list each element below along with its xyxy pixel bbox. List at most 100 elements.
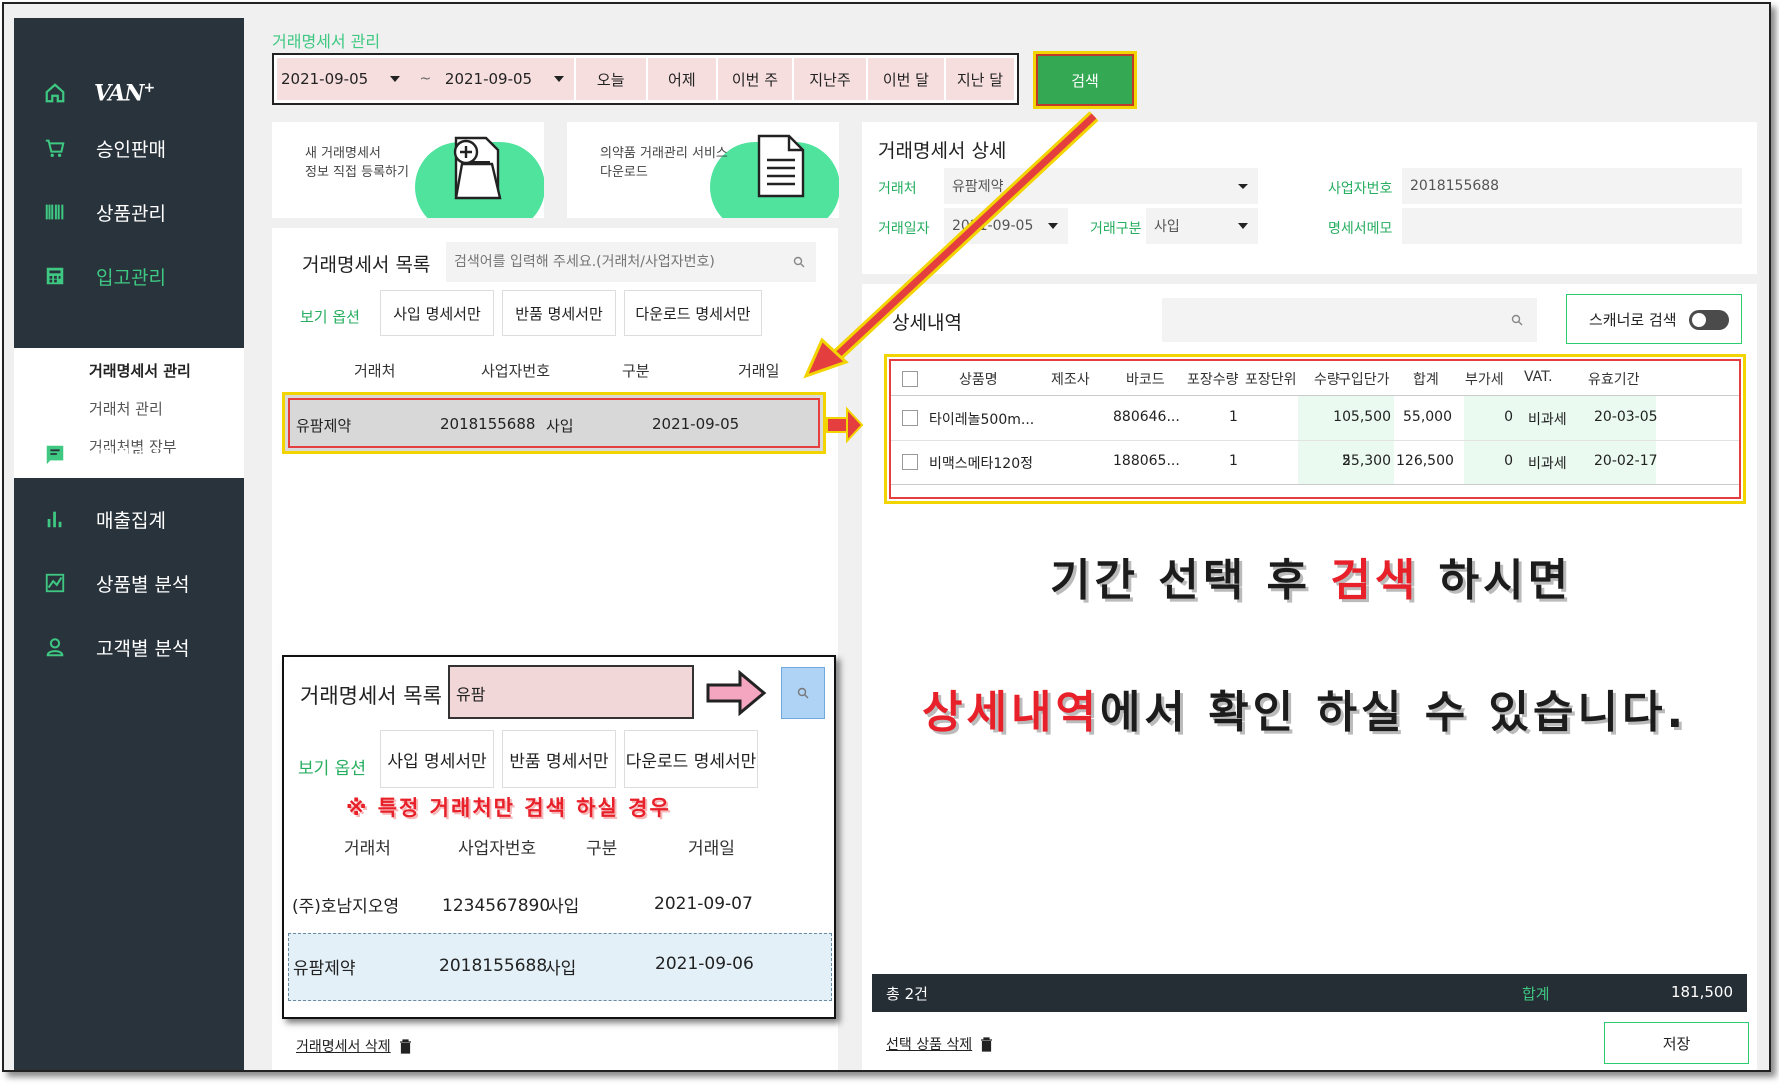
inset-search-button[interactable] — [781, 667, 825, 719]
quick-last-month-button[interactable]: 지난 달 — [943, 58, 1014, 100]
trade-date-select[interactable]: 2021-09-05 — [944, 208, 1068, 244]
bizno-field[interactable]: 2018155688 — [1402, 168, 1742, 204]
scanner-search-button[interactable]: 스캐너로 검색 — [1566, 294, 1742, 344]
nav-item-product-analysis[interactable]: 상품별 분석 — [44, 567, 189, 599]
cell-vat: 0 — [1504, 453, 1513, 469]
search-button[interactable]: 검색 — [1038, 56, 1132, 104]
inset-cell-bizno: 2018155688 — [439, 956, 548, 976]
list-search-input[interactable] — [446, 254, 782, 270]
scanner-toggle[interactable] — [1689, 310, 1729, 330]
detail-items-card: 상세내역 스캐너로 검색 상품명 제조사 바코드 포장수량 포장단위 수량 구입… — [872, 284, 1747, 974]
vendor-select[interactable]: 유팜제약 — [944, 168, 1258, 204]
nav-label: 매출집계 — [96, 509, 166, 532]
inset-filter-purchase-button[interactable]: 사입 명세서만 — [380, 730, 494, 788]
brand-logo: VAN+ — [94, 80, 155, 107]
end-date-select[interactable]: 2021-09-05 — [441, 58, 574, 100]
promo-text: 의약품 거래관리 서비스 다운로드 — [600, 146, 728, 180]
delete-statement-link[interactable]: 거래명세서 삭제 — [296, 1036, 412, 1056]
date-filter-inner: 2021-09-05 ~ 2021-09-05 오늘 어제 이번 주 지난주 이… — [277, 58, 1014, 100]
nav-label: 상품관리 — [96, 202, 166, 225]
inset-search-input[interactable]: 유팜 — [448, 665, 694, 719]
items-table: 상품명 제조사 바코드 포장수량 포장단위 수량 구입단가 합계 부가세 VAT… — [889, 359, 1741, 499]
search-icon — [1511, 314, 1523, 326]
cell-product-name: 타이레놀500m... — [929, 412, 1035, 428]
chevron-down-icon — [1238, 223, 1248, 229]
delete-selected-link[interactable]: 선택 상품 삭제 — [886, 1034, 993, 1054]
annotation-line-1: 기간 선택 후 검색 하시면 — [1050, 555, 1573, 606]
nav-item-inventory[interactable]: 재고관리 — [44, 438, 166, 470]
start-date-select[interactable]: 2021-09-05 — [277, 58, 410, 100]
quick-this-month-button[interactable]: 이번 달 — [865, 58, 944, 100]
chevron-down-icon — [1048, 223, 1058, 229]
promo-new-statement[interactable]: 새 거래명세서 정보 직접 등록하기 — [272, 122, 544, 218]
promo-download-service[interactable]: 의약품 거래관리 서비스 다운로드 — [567, 122, 839, 218]
col-barcode: 바코드 — [1126, 372, 1165, 388]
col-type: 구분 — [622, 362, 650, 380]
col-unit-price: 구입단가 — [1338, 372, 1390, 388]
row-divider — [891, 440, 1739, 441]
sum-value: 181,500 — [1670, 983, 1733, 1001]
items-search-input[interactable] — [1162, 298, 1537, 342]
filter-purchase-button[interactable]: 사입 명세서만 — [380, 290, 494, 336]
cell-vat: 0 — [1504, 409, 1513, 425]
search-icon — [797, 687, 809, 699]
col-expiry: 유효기간 — [1588, 372, 1640, 388]
table-row[interactable]: 유팜제약 2018155688 사입 2021-09-05 — [288, 398, 820, 448]
col-vat-type: VAT. — [1524, 369, 1553, 385]
nav-item-sales[interactable]: 승인판매 — [44, 132, 166, 164]
calculator-icon — [46, 267, 64, 285]
quick-this-week-button[interactable]: 이번 주 — [715, 58, 792, 100]
sum-label: 합계 — [1522, 985, 1550, 1003]
trade-type-value: 사입 — [1154, 219, 1180, 235]
cell-expiry: 20-02-17 — [1594, 453, 1658, 469]
search-icon[interactable] — [782, 256, 816, 268]
filter-download-button[interactable]: 다운로드 명세서만 — [624, 290, 762, 336]
quick-yesterday-button[interactable]: 어제 — [645, 58, 716, 100]
arrow-right-icon — [706, 669, 767, 717]
filter-return-button[interactable]: 반품 명세서만 — [502, 290, 616, 336]
list-search — [446, 242, 816, 282]
inset-cell-type: 사입 — [548, 897, 580, 917]
scanner-search-label: 스캐너로 검색 — [1589, 310, 1677, 329]
inset-col-type: 구분 — [586, 839, 618, 859]
vendor-label: 거래처 — [878, 181, 917, 197]
row-checkbox[interactable] — [902, 454, 918, 470]
nav-label: 고객별 분석 — [96, 637, 190, 660]
trade-type-label: 거래구분 — [1090, 221, 1142, 237]
select-all-checkbox[interactable] — [902, 371, 918, 387]
subnav-item-vendors[interactable]: 거래처 관리 — [89, 398, 163, 419]
cell-total: 126,500 — [1396, 453, 1454, 469]
header-divider — [891, 395, 1739, 396]
inset-note: ※ 특정 거래처만 검색 하실 경우 — [346, 796, 671, 820]
brand[interactable]: VAN+ — [44, 80, 155, 107]
save-button[interactable]: 저장 — [1604, 1022, 1749, 1064]
nav-item-customer-analysis[interactable]: 고객별 분석 — [44, 631, 189, 663]
trade-type-select[interactable]: 사입 — [1146, 208, 1258, 244]
inset-cell-date: 2021-09-07 — [654, 894, 753, 914]
view-option-label: 보기 옵션 — [300, 308, 360, 326]
cell-unit-price: 25,300 — [1342, 453, 1391, 469]
quick-today-button[interactable]: 오늘 — [573, 58, 646, 100]
memo-field[interactable] — [1402, 208, 1742, 244]
date-label: 거래일자 — [878, 221, 930, 237]
inset-filter-download-button[interactable]: 다운로드 명세서만 — [624, 730, 758, 788]
page-title: 거래명세서 관리 — [272, 32, 381, 51]
nav-item-receiving[interactable]: 입고관리 — [44, 260, 166, 292]
home-icon — [45, 83, 65, 103]
inset-col-date: 거래일 — [688, 839, 735, 859]
subnav-item-statement[interactable]: 거래명세서 관리 — [89, 360, 191, 381]
nav-label: 재고관리 — [96, 444, 166, 467]
quick-last-week-button[interactable]: 지난주 — [791, 58, 866, 100]
nav-item-products[interactable]: 상품관리 — [44, 196, 166, 228]
nav-item-sales-summary[interactable]: 매출집계 — [44, 503, 166, 535]
selected-row-highlight: 유팜제약 2018155688 사입 2021-09-05 — [282, 392, 826, 454]
table-row[interactable]: 유팜제약 2018155688 사입 2021-09-06 — [288, 933, 832, 1001]
row-checkbox[interactable] — [902, 410, 918, 426]
items-table-highlight: 상품명 제조사 바코드 포장수량 포장단위 수량 구입단가 합계 부가세 VAT… — [884, 354, 1746, 504]
cell-barcode: 880646... — [1113, 409, 1180, 425]
cell-product-name: 비맥스메타120정 — [929, 456, 1034, 472]
inset-filter-return-button[interactable]: 반품 명세서만 — [502, 730, 616, 788]
statement-detail-panel: 거래명세서 상세 거래처 유팜제약 사업자번호 2018155688 거래일자 … — [862, 122, 1757, 274]
inset-cell-vendor: 유팜제약 — [293, 959, 356, 979]
trade-date-value: 2021-09-05 — [952, 218, 1034, 234]
